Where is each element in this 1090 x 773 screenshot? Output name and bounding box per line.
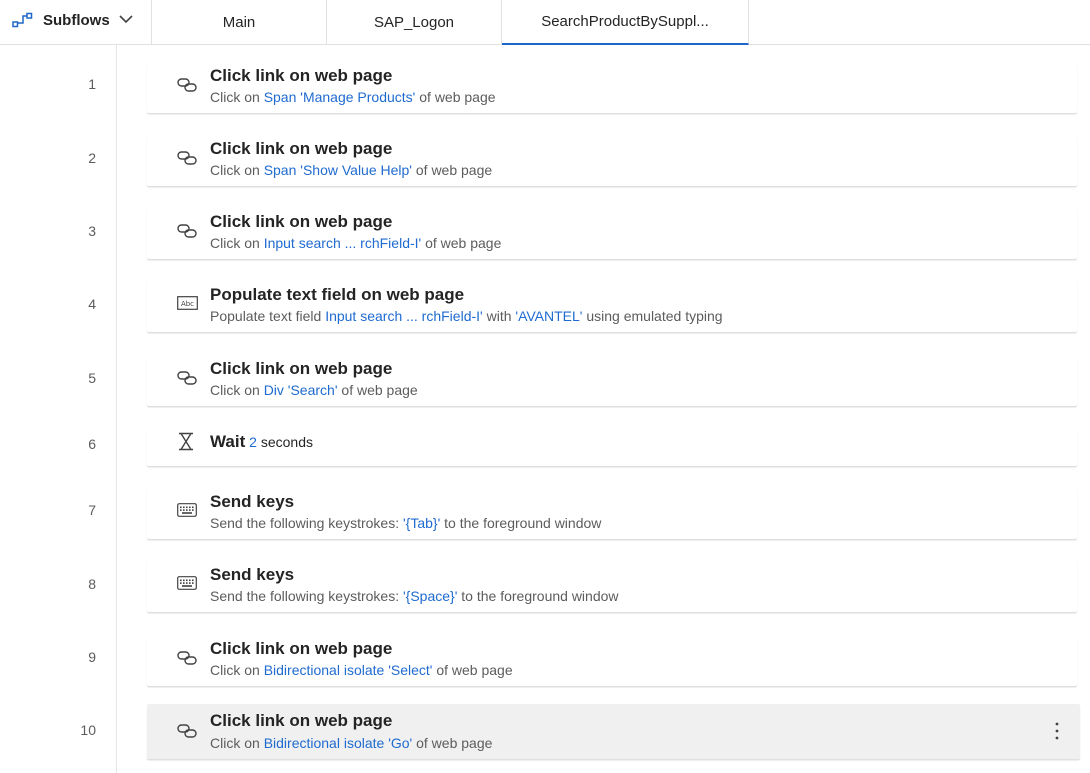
ui-element-link[interactable]: Input search ... rchField-I' — [325, 308, 483, 324]
action-description: Click on Input search ... rchField-I' of… — [210, 235, 501, 251]
svg-text:Abc: Abc — [181, 300, 194, 308]
desc-text: of web page — [432, 662, 513, 678]
action-row[interactable]: Click link on web page Click on Div 'Sea… — [147, 355, 1077, 406]
subflows-dropdown[interactable]: Subflows — [0, 0, 152, 44]
ui-element-link[interactable]: Bidirectional isolate 'Select' — [264, 662, 433, 678]
subflows-label: Subflows — [43, 12, 110, 29]
line-number: 5 — [88, 370, 96, 386]
action-description: Click on Bidirectional isolate 'Go' of w… — [210, 735, 492, 751]
action-description: Click on Div 'Search' of web page — [210, 382, 418, 398]
action-row[interactable]: Send keys Send the following keystrokes:… — [147, 561, 1077, 612]
line-number: 1 — [88, 76, 96, 92]
action-title: Send keys — [210, 492, 295, 511]
tab-bar: Subflows Main SAP_Logon SearchProductByS… — [0, 0, 1090, 45]
action-row[interactable]: Abc Populate text field on web page Popu… — [147, 281, 1077, 332]
link-icon — [177, 78, 197, 92]
action-title: Click link on web page — [210, 139, 393, 158]
chevron-down-icon[interactable] — [119, 14, 133, 24]
keyboard-icon — [177, 503, 197, 517]
link-icon — [177, 724, 197, 738]
action-title: Click link on web page — [210, 639, 393, 658]
action-description: Click on Span 'Manage Products' of web p… — [210, 89, 496, 105]
wait-label: Wait — [210, 432, 246, 451]
line-number: 4 — [88, 296, 96, 312]
action-row[interactable]: Send keys Send the following keystrokes:… — [147, 488, 1077, 539]
tab-sap-logon[interactable]: SAP_Logon — [327, 0, 502, 44]
link-icon — [177, 651, 197, 665]
subflow-icon — [12, 12, 33, 28]
desc-text: to the foreground window — [457, 588, 619, 604]
desc-text: Click on — [210, 89, 264, 105]
wait-value-link[interactable]: 2 — [249, 434, 257, 450]
desc-text: Click on — [210, 382, 264, 398]
tab-label: Main — [222, 13, 256, 31]
desc-text: of web page — [337, 382, 418, 398]
tab-search-product-by-supplier[interactable]: SearchProductBySuppl... — [502, 0, 749, 45]
action-description: Click on Span 'Show Value Help' of web p… — [210, 162, 492, 178]
line-number: 2 — [88, 150, 96, 166]
action-description: Populate text field Input search ... rch… — [210, 308, 723, 324]
action-title: Click link on web page — [210, 359, 393, 378]
desc-text: using emulated typing — [582, 308, 723, 324]
line-number: 10 — [80, 722, 96, 738]
line-number: 9 — [88, 649, 96, 665]
desc-text: Click on — [210, 662, 264, 678]
ui-element-link[interactable]: Div 'Search' — [264, 382, 338, 398]
action-row[interactable]: Click link on web page Click on Bidirect… — [147, 635, 1077, 686]
more-options-icon[interactable] — [1054, 721, 1060, 741]
action-row[interactable]: Click link on web page Click on Span 'Sh… — [147, 135, 1077, 186]
link-icon — [177, 371, 197, 385]
desc-text: Click on — [210, 235, 264, 251]
line-number: 6 — [88, 436, 96, 452]
action-description: Send the following keystrokes: '{Tab}' t… — [210, 515, 601, 531]
tab-label: SAP_Logon — [373, 13, 455, 31]
line-number: 7 — [88, 502, 96, 518]
tab-main[interactable]: Main — [152, 0, 327, 44]
link-icon — [177, 224, 197, 238]
desc-text: Send the following keystrokes: — [210, 588, 403, 604]
desc-text: Send the following keystrokes: — [210, 515, 403, 531]
action-title: Populate text field on web page — [210, 285, 465, 304]
action-row[interactable]: Click link on web page Click on Input se… — [147, 208, 1077, 259]
wait-unit: seconds — [256, 434, 313, 450]
desc-text: Click on — [210, 162, 264, 178]
text-field-icon: Abc — [177, 296, 198, 310]
desc-text: to the foreground window — [440, 515, 602, 531]
ui-element-link[interactable]: Span 'Manage Products' — [264, 89, 416, 105]
tab-label: SearchProductBySuppl... — [541, 13, 709, 30]
action-row[interactable]: Wait 2 seconds — [147, 428, 1077, 466]
action-description: Send the following keystrokes: '{Space}'… — [210, 588, 619, 604]
hourglass-icon — [179, 432, 193, 451]
desc-text: Populate text field — [210, 308, 326, 324]
action-description: Click on Bidirectional isolate 'Select' … — [210, 662, 513, 678]
action-title: Send keys — [210, 565, 295, 584]
desc-text: of web page — [411, 162, 493, 178]
link-icon — [177, 151, 197, 165]
ui-element-link[interactable]: Span 'Show Value Help' — [264, 162, 412, 178]
line-number: 3 — [88, 223, 96, 239]
action-row[interactable]: Click link on web page Click on Span 'Ma… — [147, 62, 1077, 113]
ui-element-link[interactable]: Bidirectional isolate 'Go' — [264, 735, 413, 751]
action-row-selected[interactable]: Click link on web page Click on Bidirect… — [147, 704, 1080, 759]
desc-text: of web page — [412, 735, 493, 751]
action-title: Wait 2 seconds — [210, 432, 313, 452]
action-title: Click link on web page — [210, 711, 393, 730]
action-title: Click link on web page — [210, 66, 393, 85]
desc-text: Click on — [210, 735, 264, 751]
keystroke-link[interactable]: '{Tab}' — [403, 515, 440, 531]
line-number-gutter: 1 2 3 4 5 6 7 8 9 10 — [0, 45, 117, 773]
line-number: 8 — [88, 576, 96, 592]
keystroke-link[interactable]: '{Space}' — [403, 588, 457, 604]
keyboard-icon — [177, 576, 197, 590]
desc-text: of web page — [415, 89, 496, 105]
desc-text: of web page — [421, 235, 502, 251]
desc-text: with — [482, 308, 516, 324]
action-title: Click link on web page — [210, 212, 393, 231]
value-link[interactable]: 'AVANTEL' — [515, 308, 582, 324]
ui-element-link[interactable]: Input search ... rchField-I' — [264, 235, 422, 251]
